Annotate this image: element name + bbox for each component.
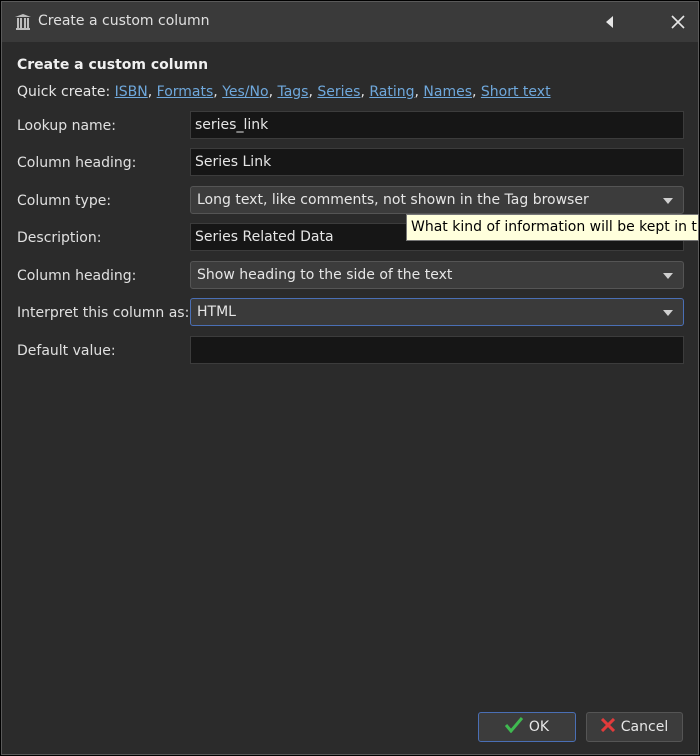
ok-button[interactable]: OK (478, 712, 576, 742)
column-heading-input[interactable]: Series Link (190, 148, 684, 176)
x-icon (600, 717, 615, 736)
tooltip: What kind of information will be kept in… (406, 214, 699, 241)
cancel-label: Cancel (620, 719, 669, 735)
title-bar: Create a custom column (2, 2, 698, 42)
window-title: Create a custom column (38, 13, 210, 29)
dropdown-arrow-icon (663, 198, 673, 204)
library-icon (14, 13, 32, 31)
quick-link-rating[interactable]: Rating (369, 84, 414, 100)
quick-link-tags[interactable]: Tags (277, 84, 308, 100)
quick-create-label: Quick create: (17, 84, 111, 100)
quick-link-series[interactable]: Series (317, 84, 360, 100)
form-heading: Create a custom column (17, 57, 209, 73)
interpret-as-label: Interpret this column as: (17, 305, 190, 321)
column-type-label: Column type: (17, 193, 112, 209)
dropdown-arrow-icon (663, 310, 673, 316)
quick-link-names[interactable]: Names (423, 84, 472, 100)
interpret-as-value: HTML (197, 304, 236, 320)
ok-label: OK (528, 719, 550, 735)
heading-position-label: Column heading: (17, 268, 137, 284)
heading-position-value: Show heading to the side of the text (197, 267, 453, 283)
lookup-name-input[interactable]: series_link (190, 111, 684, 139)
quick-link-formats[interactable]: Formats (157, 84, 214, 100)
close-icon[interactable] (664, 8, 692, 36)
interpret-as-select[interactable]: HTML (190, 298, 684, 326)
dropdown-arrow-icon (663, 273, 673, 279)
heading-position-select[interactable]: Show heading to the side of the text (190, 261, 684, 289)
quick-link-yes-no[interactable]: Yes/No (222, 84, 268, 100)
cancel-button[interactable]: Cancel (586, 712, 683, 742)
column-type-value: Long text, like comments, not shown in t… (197, 192, 589, 208)
default-value-label: Default value: (17, 343, 116, 359)
quick-link-short-text[interactable]: Short text (481, 84, 551, 100)
collapse-arrow-icon[interactable] (596, 8, 624, 36)
dialog-window: Create a custom column Create a custom c… (1, 1, 699, 755)
default-value-input[interactable] (190, 336, 684, 364)
quick-link-isbn[interactable]: ISBN (115, 84, 148, 100)
lookup-name-label: Lookup name: (17, 118, 116, 134)
column-type-select[interactable]: Long text, like comments, not shown in t… (190, 186, 684, 214)
checkmark-icon (504, 717, 524, 737)
quick-create-row: Quick create: ISBN, Formats, Yes/No, Tag… (17, 84, 551, 100)
description-label: Description: (17, 230, 102, 246)
column-heading-label: Column heading: (17, 155, 137, 171)
